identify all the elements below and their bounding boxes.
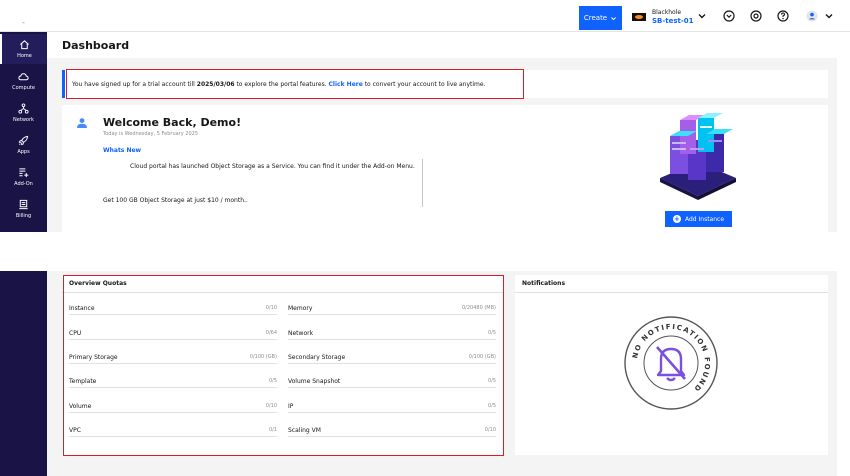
- svg-text:NO NOTIFICATION FOUND: NO NOTIFICATION FOUND: [631, 323, 711, 394]
- quota-row: Instance 0/10: [69, 305, 277, 315]
- notifications-title: Notifications: [515, 275, 828, 293]
- quota-row: IP 0/5: [288, 403, 496, 413]
- at-icon[interactable]: [750, 10, 762, 22]
- sidebar-item-billing[interactable]: Billing: [0, 194, 47, 224]
- quota-row: Template 0/5: [69, 378, 277, 388]
- sidebar-item-network[interactable]: Network: [0, 98, 47, 128]
- sidebar-lower: [0, 271, 47, 476]
- avatar-icon: [77, 118, 87, 128]
- add-on-icon: [19, 168, 29, 178]
- sidebar-item-compute[interactable]: Compute: [0, 66, 47, 96]
- sidebar-item-label: Billing: [15, 213, 32, 219]
- quota-row: VPC 0/1: [69, 427, 277, 437]
- welcome-card: Welcome Back, Demo! Today is Wednesday, …: [62, 105, 828, 232]
- rocket-icon: [18, 135, 29, 146]
- welcome-date: Today is Wednesday, 5 February 2025: [103, 131, 198, 137]
- help-icon[interactable]: [777, 10, 789, 22]
- quota-row: Primary Storage 0/100 (GB): [69, 354, 277, 364]
- home-icon: [20, 40, 29, 50]
- quota-row: Volume 0/10: [69, 403, 277, 413]
- plus-icon: +: [672, 215, 681, 223]
- convert-account-link[interactable]: Click Here: [329, 81, 363, 88]
- create-label: Create: [583, 14, 608, 22]
- quota-row: Volume Snapshot 0/5: [288, 378, 496, 388]
- user-chevron-icon[interactable]: [823, 10, 835, 22]
- page-title: Dashboard: [62, 39, 130, 52]
- server-illustration: [660, 113, 736, 200]
- sidebar-item-apps[interactable]: Apps: [0, 130, 47, 160]
- notifications-card: Notifications NO NOTIFICATION FOUND: [515, 275, 828, 455]
- quota-row: Memory 0/20480 (MB): [288, 305, 496, 315]
- trial-text-middle: to explore the portal features.: [234, 80, 329, 88]
- sidebar-item-label: Add-On: [14, 181, 33, 187]
- add-instance-label: Add Instance: [684, 215, 725, 223]
- quota-row: CPU 0/64: [69, 330, 277, 340]
- sidebar-item-add-on[interactable]: Add-On: [0, 162, 47, 192]
- chevron-down-icon: [611, 16, 617, 20]
- stamp-text: NO NOTIFICATION FOUND: [631, 323, 709, 394]
- cloud-icon: [18, 73, 29, 81]
- trial-text: You have signed up for a trial account t…: [72, 80, 197, 88]
- news-list: Cloud portal has launched Object Storage…: [103, 159, 423, 207]
- no-notification-stamp-icon: NO NOTIFICATION FOUND: [624, 316, 718, 410]
- sidebar: Home Compute Network Apps Add-On Billing: [0, 32, 47, 232]
- app-logo: -: [22, 18, 25, 27]
- circle-chevron-icon[interactable]: [723, 10, 735, 22]
- add-instance-button[interactable]: + Add Instance: [665, 211, 732, 227]
- sidebar-item-label: Apps: [17, 149, 30, 155]
- whats-new-heading: Whats New: [103, 147, 142, 154]
- trial-banner: You have signed up for a trial account t…: [62, 70, 828, 98]
- news-item: Get 100 GB Object Storage at just $10 / …: [103, 197, 248, 204]
- user-icon[interactable]: [806, 10, 818, 22]
- create-button[interactable]: Create: [579, 6, 622, 30]
- sidebar-item-home[interactable]: Home: [0, 34, 47, 64]
- quota-row: Scaling VM 0/10: [288, 427, 496, 437]
- quota-row: Network 0/5: [288, 330, 496, 340]
- sidebar-item-label: Compute: [12, 85, 35, 91]
- network-icon: [18, 103, 29, 114]
- trial-text-end: to convert your account to live anytime.: [362, 80, 486, 88]
- quota-row: Secondary Storage 0/100 (GB): [288, 354, 496, 364]
- tenant-logo: [632, 13, 646, 21]
- quotas-title: Overview Quotas: [62, 275, 503, 293]
- welcome-title: Welcome Back, Demo!: [103, 116, 242, 129]
- news-item: Cloud portal has launched Object Storage…: [130, 163, 415, 170]
- sidebar-item-label: Network: [13, 117, 34, 123]
- trial-date: 2025/03/06: [196, 80, 235, 88]
- billing-icon: [19, 199, 28, 210]
- tenant-switcher[interactable]: Blackhole SB-test-01: [632, 6, 694, 28]
- tenant-name: Blackhole: [652, 9, 682, 16]
- overview-quotas-card: Overview Quotas Instance 0/10 CPU 0/64 Pri…: [62, 275, 503, 455]
- tenant-sub: SB-test-01: [652, 17, 694, 25]
- tenant-chevron-icon[interactable]: [696, 10, 708, 22]
- sidebar-item-label: Home: [17, 53, 32, 59]
- top-bar: - Create Blackhole SB-test-01: [0, 0, 850, 32]
